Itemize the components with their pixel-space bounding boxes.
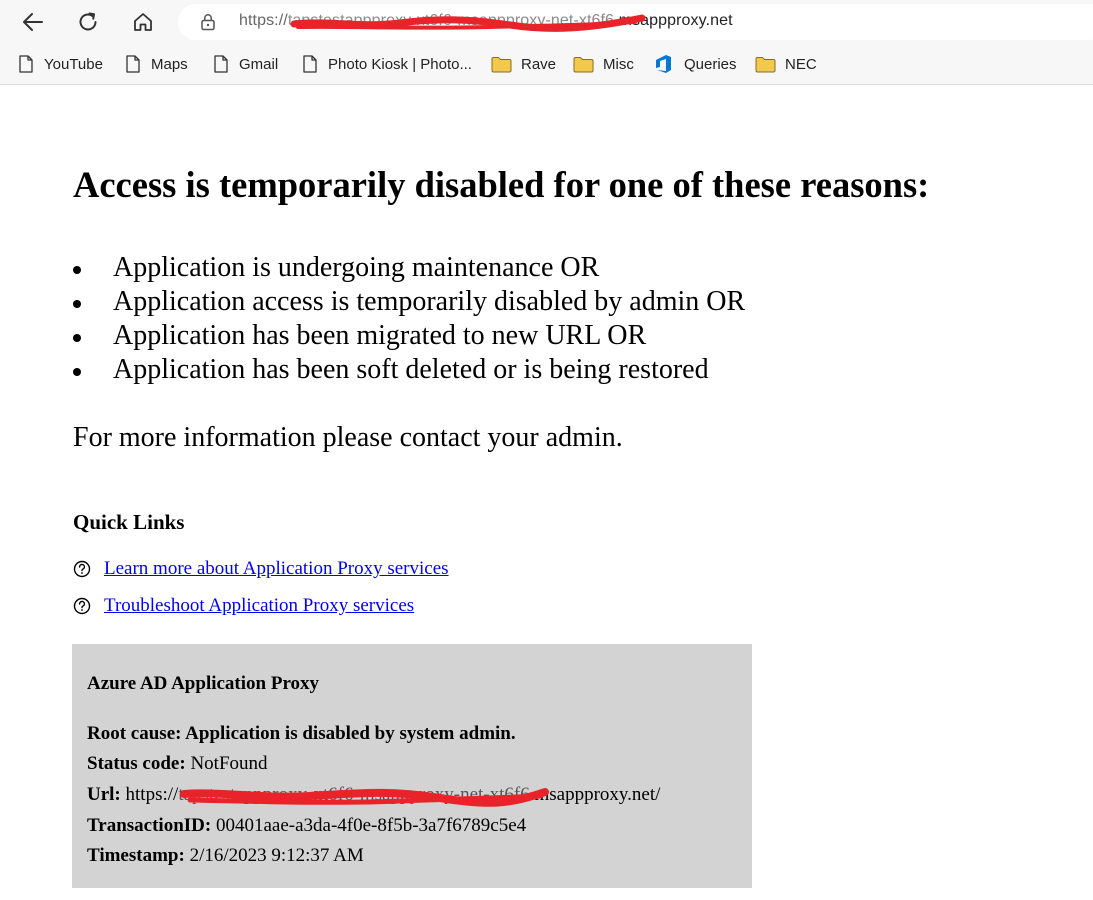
page-icon	[17, 54, 35, 74]
transaction-label: TransactionID:	[87, 815, 212, 836]
page-icon	[212, 54, 230, 74]
bookmark-label: Photo Kiosk | Photo...	[328, 55, 472, 73]
bookmark-youtube[interactable]: YouTube	[17, 52, 103, 76]
bookmark-folder-nec[interactable]: NEC	[755, 52, 817, 76]
status-code-value: NotFound	[190, 753, 268, 774]
url-text[interactable]: https://tapstestappproxy-xt6f6-msappprox…	[239, 12, 733, 30]
bookmark-photo-kiosk[interactable]: Photo Kiosk | Photo...	[301, 52, 472, 76]
folder-icon	[573, 54, 594, 74]
bookmark-maps[interactable]: Maps	[124, 52, 188, 76]
quick-links-title: Quick Links	[73, 510, 185, 534]
bookmark-label: Queries	[684, 55, 737, 73]
back-button[interactable]	[17, 6, 49, 38]
timestamp-label: Timestamp:	[87, 845, 185, 866]
url-value-scheme: https://	[125, 784, 179, 805]
bookmark-label: NEC	[785, 55, 817, 73]
help-circle-icon	[73, 597, 91, 615]
reason-list: Application is undergoing maintenance OR…	[73, 251, 745, 387]
bookmark-folder-misc[interactable]: Misc	[573, 52, 634, 76]
url-value: https://tapstestappproxy-xt6f6-msappprox…	[126, 784, 661, 805]
page-title: Access is temporarily disabled for one o…	[73, 164, 930, 205]
url-scheme: https://	[239, 12, 288, 29]
troubleshoot-link[interactable]: Troubleshoot Application Proxy services	[104, 595, 414, 617]
learn-more-link[interactable]: Learn more about Application Proxy servi…	[104, 558, 449, 580]
page-icon	[124, 54, 142, 74]
timestamp-line: Timestamp: 2/16/2023 9:12:37 AM	[87, 844, 364, 868]
reason-item: Application has been soft deleted or is …	[73, 353, 745, 387]
url-redacted-part: tapstestappproxy-xt6f6-msappproxy-net-xt…	[287, 12, 619, 29]
bookmark-label: Misc	[603, 55, 634, 73]
address-bar[interactable]: https://tapstestappproxy-xt6f6-msappprox…	[178, 4, 1093, 40]
transaction-value: 00401aae-a3da-4f0e-8f5b-3a7f6789c5e4	[215, 815, 527, 836]
root-cause-text: Root cause: Application is disabled by s…	[87, 723, 516, 744]
bookmark-label: Rave	[521, 55, 557, 73]
details-title: Azure AD Application Proxy	[87, 673, 320, 694]
url-host: msappproxy.net	[618, 12, 733, 29]
bookmark-gmail[interactable]: Gmail	[212, 52, 278, 76]
quick-link-learn-more: Learn more about Application Proxy servi…	[73, 557, 449, 581]
quick-link-troubleshoot: Troubleshoot Application Proxy services	[73, 594, 414, 618]
root-cause-line: Root cause: Application is disabled by s…	[87, 722, 516, 746]
transaction-line: TransactionID: 00401aae-a3da-4f0e-8f5b-3…	[87, 814, 526, 838]
lock-icon[interactable]	[200, 13, 216, 31]
more-info-text: For more information please contact your…	[73, 422, 623, 453]
timestamp-value: 2/16/2023 9:12:37 AM	[189, 845, 364, 866]
help-circle-icon	[73, 560, 91, 578]
status-code-label: Status code:	[87, 753, 186, 774]
url-label: Url:	[87, 784, 121, 805]
folder-icon	[491, 54, 512, 74]
status-code-line: Status code: NotFound	[87, 752, 268, 776]
bookmark-folder-rave[interactable]: Rave	[491, 52, 556, 76]
url-value-host: msappproxy.net/	[534, 784, 661, 805]
reason-item: Application has been migrated to new URL…	[73, 319, 745, 353]
page-icon	[301, 54, 319, 74]
bookmarks-bar: YouTube Maps Gmail Photo Kiosk | Photo..…	[0, 44, 1093, 85]
bookmark-queries[interactable]: Queries	[654, 52, 737, 76]
url-line: Url: https://tapstestappproxy-xt6f6-msap…	[87, 783, 660, 807]
reason-item: Application access is temporarily disabl…	[73, 285, 745, 319]
browser-toolbar: https://tapstestappproxy-xt6f6-msappprox…	[0, 0, 1093, 44]
bookmark-label: YouTube	[44, 55, 103, 73]
home-button[interactable]	[127, 6, 159, 38]
bookmark-label: Gmail	[239, 55, 279, 73]
azure-devops-icon	[654, 54, 675, 74]
folder-icon	[755, 54, 776, 74]
home-icon	[134, 13, 152, 31]
reason-item: Application is undergoing maintenance OR	[73, 251, 745, 285]
bookmark-label: Maps	[151, 55, 188, 73]
proxy-details-box: Azure AD Application Proxy Root cause: A…	[72, 644, 752, 888]
reload-icon	[79, 12, 97, 31]
back-arrow-icon	[23, 13, 43, 31]
url-value-redacted: tapstestappproxy-xt6f6-msappproxy-net-xt…	[178, 784, 535, 805]
reload-button[interactable]	[72, 6, 104, 38]
